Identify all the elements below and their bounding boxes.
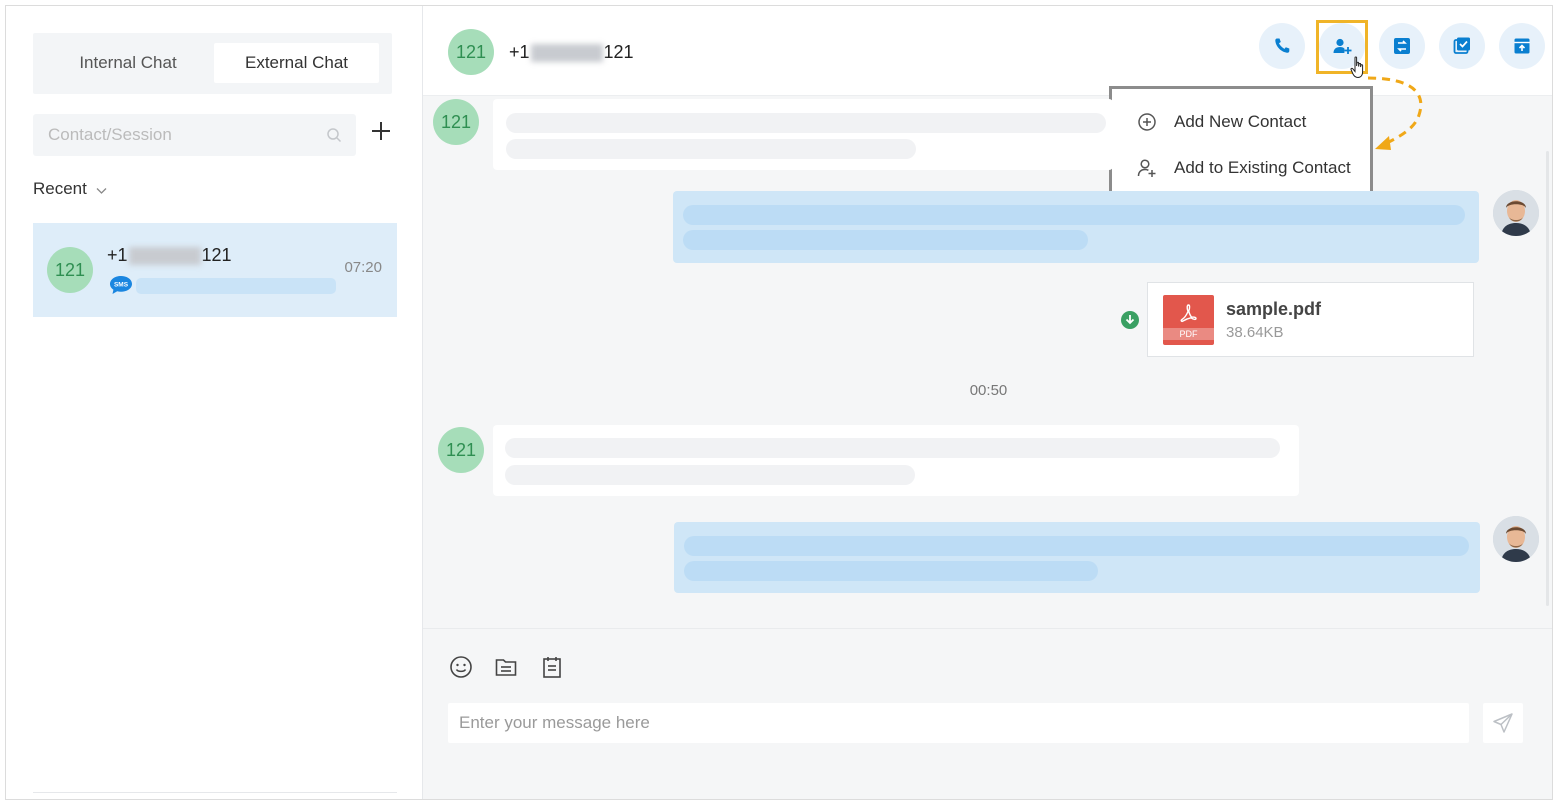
phone-prefix: +1 — [509, 42, 530, 62]
recent-label: Recent — [33, 179, 87, 198]
redacted-text-line — [505, 465, 915, 485]
svg-text:SMS: SMS — [114, 281, 129, 288]
incoming-avatar: 121 — [438, 427, 484, 473]
message-input[interactable] — [448, 703, 1469, 743]
file-type-label: PDF — [1163, 328, 1214, 340]
user-plus-icon — [1137, 159, 1156, 177]
message-timestamp: 00:50 — [969, 382, 1008, 399]
close-session-icon — [1453, 37, 1470, 54]
menu-item-label: Add New Contact — [1174, 112, 1307, 131]
chat-panel: 121 +1 121 Add New Contact Add to Existi… — [423, 6, 1552, 799]
outgoing-message-bubble[interactable] — [674, 522, 1480, 593]
phone-prefix: +1 — [107, 245, 128, 265]
sidebar-divider — [33, 792, 397, 793]
call-button[interactable] — [1259, 23, 1305, 69]
search-icon[interactable] — [326, 127, 342, 148]
call-icon — [1275, 38, 1290, 53]
phone-redacted — [530, 44, 603, 63]
archive-button[interactable] — [1499, 23, 1545, 69]
redacted-text-line — [506, 139, 916, 159]
app-window: Internal Chat External Chat Recent 121 +… — [5, 5, 1553, 800]
chat-type-tabs: Internal Chat External Chat — [33, 33, 392, 94]
contact-options-menu: Add New Contact Add to Existing Contact — [1109, 86, 1373, 197]
message-composer — [423, 628, 1552, 799]
message-scrollbar[interactable] — [1546, 151, 1549, 606]
chevron-down-icon — [96, 180, 107, 200]
incoming-message-bubble[interactable] — [493, 425, 1299, 496]
phone-suffix: 121 — [201, 245, 232, 265]
phone-suffix: 121 — [603, 42, 634, 62]
close-session-button[interactable] — [1439, 23, 1485, 69]
recent-filter[interactable]: Recent — [33, 179, 107, 200]
new-session-plus-icon[interactable] — [370, 120, 392, 142]
archive-icon — [1514, 38, 1530, 54]
redacted-text-line — [684, 536, 1469, 556]
menu-item-label: Add to Existing Contact — [1174, 158, 1351, 177]
download-icon[interactable] — [1120, 310, 1140, 335]
search-input[interactable] — [33, 114, 313, 156]
phone-redacted — [128, 247, 201, 266]
template-icon[interactable] — [540, 655, 564, 684]
file-attachment-card[interactable]: PDF sample.pdf 38.64KB — [1147, 282, 1474, 357]
incoming-avatar: 121 — [433, 99, 479, 145]
redacted-text-line — [683, 230, 1088, 250]
agent-avatar — [1493, 190, 1539, 236]
outgoing-message-bubble[interactable] — [673, 191, 1479, 263]
session-avatar: 121 — [47, 247, 93, 293]
file-icon[interactable] — [494, 655, 518, 684]
contact-avatar: 121 — [448, 29, 494, 75]
contact-phone-number: +1 121 — [509, 42, 634, 63]
session-sidebar: Internal Chat External Chat Recent 121 +… — [6, 6, 423, 799]
plus-circle-icon — [1138, 113, 1156, 131]
transfer-icon — [1394, 38, 1410, 54]
session-preview-redacted — [136, 278, 336, 294]
session-phone-number: +1 121 — [107, 245, 232, 266]
file-size: 38.64KB — [1226, 324, 1284, 341]
send-icon — [1493, 713, 1513, 733]
transfer-button[interactable] — [1379, 23, 1425, 69]
sms-icon: SMS — [109, 275, 133, 300]
redacted-text-line — [683, 205, 1465, 225]
send-button[interactable] — [1483, 703, 1523, 743]
redacted-text-line — [505, 438, 1280, 458]
redacted-text-line — [684, 561, 1098, 581]
file-name: sample.pdf — [1226, 299, 1322, 319]
search-box — [33, 114, 356, 156]
tab-external-chat[interactable]: External Chat — [214, 43, 379, 83]
emoji-icon[interactable] — [449, 655, 473, 684]
session-list-item[interactable]: 121 +1 121 SMS 07:20 — [33, 223, 397, 317]
pdf-file-icon: PDF — [1163, 295, 1214, 345]
redacted-text-line — [506, 113, 1106, 133]
agent-avatar — [1493, 516, 1539, 562]
incoming-message-bubble[interactable] — [493, 99, 1113, 170]
callout-arrow-icon — [1367, 76, 1423, 150]
session-time: 07:20 — [344, 259, 382, 276]
tab-internal-chat[interactable]: Internal Chat — [43, 43, 213, 83]
